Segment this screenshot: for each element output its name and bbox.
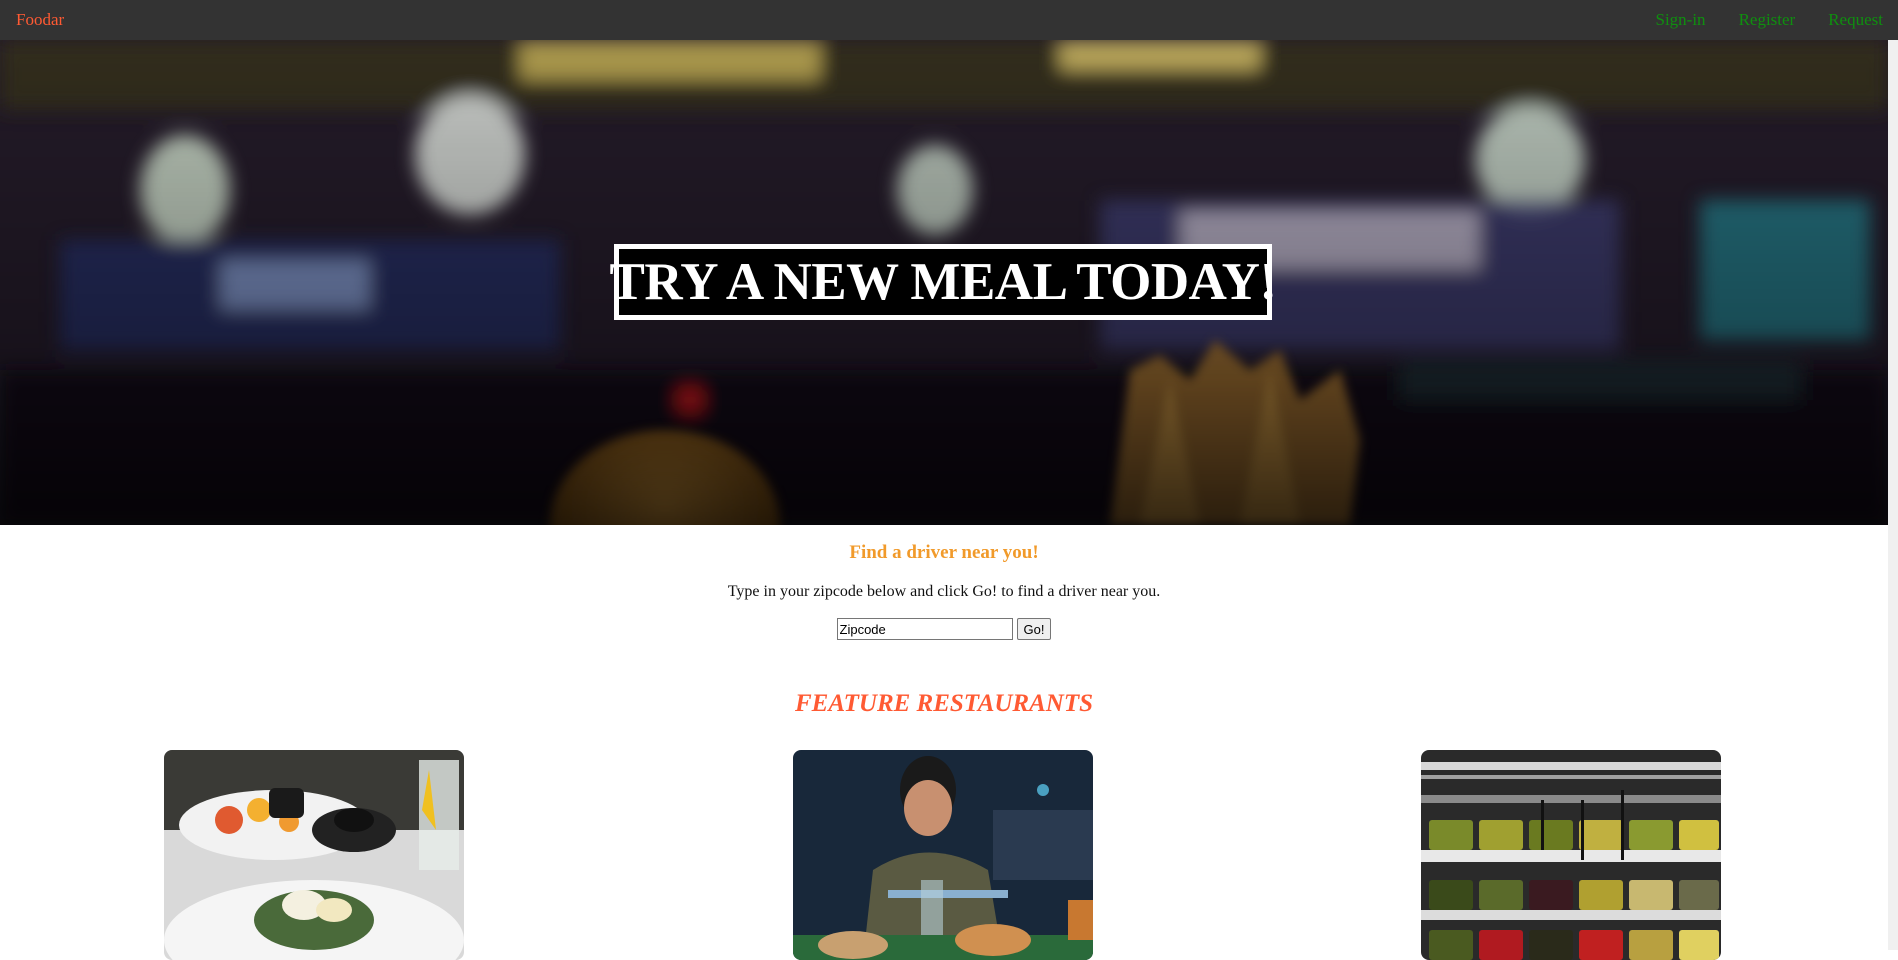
go-button[interactable]: Go! (1016, 618, 1052, 640)
nav-link-sign-in[interactable]: Sign-in (1656, 10, 1706, 30)
restaurant-card-1[interactable] (164, 750, 464, 960)
nav-links: Sign-in Register Request (1623, 10, 1884, 30)
finder-title: Find a driver near you! (849, 542, 1039, 563)
restaurant-image-olive-bar (1421, 750, 1721, 960)
hero-title-frame: TRY A NEW MEAL TODAY! (610, 244, 1277, 320)
restaurant-image-diner (793, 750, 1093, 960)
page-scrollbar[interactable] (1888, 40, 1898, 950)
feature-restaurants-title: FEATURE RESTAURANTS (794, 690, 1094, 717)
restaurant-card-2[interactable] (793, 750, 1093, 960)
restaurant-card-3[interactable] (1421, 750, 1721, 960)
brand-logo-link[interactable]: Foodar (16, 10, 64, 30)
nav-link-request[interactable]: Request (1828, 10, 1883, 30)
restaurant-image-plates (164, 750, 464, 960)
top-navbar: Foodar Sign-in Register Request (0, 0, 1898, 40)
nav-link-register[interactable]: Register (1739, 10, 1796, 30)
zipcode-form: Go! (0, 618, 1888, 640)
finder-description: Type in your zipcode below and click Go!… (727, 583, 1161, 600)
hero-title: TRY A NEW MEAL TODAY! (609, 253, 1278, 311)
hero-banner: TRY A NEW MEAL TODAY! (0, 40, 1888, 525)
zipcode-input[interactable] (836, 618, 1013, 640)
